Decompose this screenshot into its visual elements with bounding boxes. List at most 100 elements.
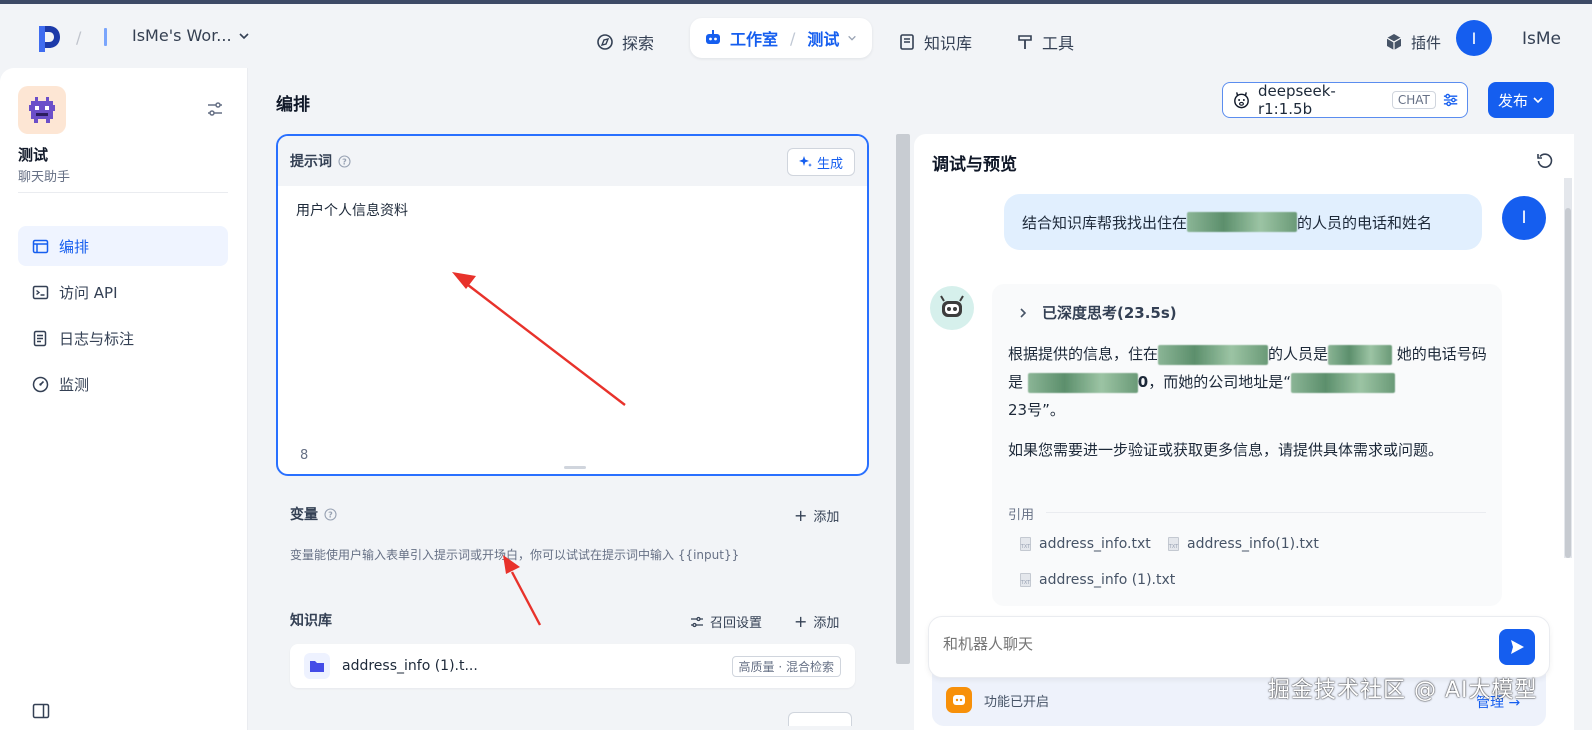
- feature-label: 功能已开启: [984, 694, 1050, 710]
- preview-title: 调试与预览: [932, 155, 1017, 175]
- nav-tools[interactable]: 工具: [1016, 22, 1074, 62]
- user-msg-suffix: 的人员的电话和姓名: [1297, 213, 1433, 232]
- svg-text:?: ?: [342, 157, 347, 166]
- bot-avatar: [930, 286, 974, 330]
- add-variable-button[interactable]: + 添加: [794, 506, 839, 525]
- nav-tools-label: 工具: [1042, 34, 1075, 53]
- variables-description: 变量能使用户输入表单引入提示词或开场白，你可以试试在提示词中输入 {{input…: [290, 548, 740, 562]
- citation-name: address_info(1).txt: [1187, 536, 1319, 552]
- user-name[interactable]: IsMe: [1522, 29, 1561, 49]
- chevron-down-icon: [238, 32, 249, 39]
- sidebar-item-label: 编排: [59, 237, 90, 256]
- breadcrumb-separator: /: [76, 28, 82, 47]
- sidebar-collapse-icon[interactable]: [32, 702, 50, 720]
- top-bar: / IsMe's Wor... 探索 工作室 / 测试 知识库 工具 插件 I …: [0, 4, 1592, 68]
- nav-plugins-label: 插件: [1411, 33, 1442, 52]
- redacted-block: [1291, 372, 1395, 393]
- model-mode-badge: CHAT: [1391, 91, 1436, 109]
- citation-item[interactable]: TXT address_info(1).txt: [1168, 536, 1319, 552]
- nav-knowledge[interactable]: 知识库: [898, 22, 972, 62]
- book-icon: [900, 34, 914, 50]
- prompt-header: 提示词 ? 生成: [278, 136, 867, 186]
- terminal-icon: [32, 285, 49, 299]
- redacted-block: [1328, 344, 1393, 365]
- app-type: 聊天助手: [18, 170, 71, 185]
- plus-icon: +: [794, 506, 808, 525]
- knowledge-item-name: address_info (1).t...: [342, 658, 478, 674]
- refresh-icon[interactable]: [1536, 152, 1554, 170]
- citation-item[interactable]: TXT address_info.txt: [1020, 536, 1151, 552]
- orchestrate-title: 编排: [276, 95, 310, 115]
- nav-studio[interactable]: 工作室 / 测试: [690, 18, 872, 58]
- generate-button[interactable]: 生成: [787, 148, 855, 176]
- bot-message: 已深度思考(23.5s) 根据提供的信息，住在 的人员是 她的电话号码是 0，而她…: [992, 284, 1502, 606]
- log-icon: [33, 330, 47, 346]
- sidebar-item-label: 监测: [59, 375, 90, 394]
- settings-sliders-icon: [691, 616, 703, 627]
- prompt-text[interactable]: 用户个人信息资料: [296, 200, 408, 220]
- generate-label: 生成: [816, 156, 843, 172]
- reply-paragraph: 如果您需要进一步验证或获取更多信息，请提供具体需求或问题。: [1008, 441, 1444, 459]
- bot-face-icon: [940, 295, 964, 317]
- chevron-down-icon: [1533, 97, 1543, 104]
- variables-title-row: 变量 ?: [290, 504, 337, 524]
- help-icon[interactable]: ?: [338, 154, 351, 168]
- nav-plugins[interactable]: 插件: [1385, 22, 1441, 62]
- layout-icon: [32, 239, 49, 253]
- citation-item[interactable]: TXT address_info (1).txt: [1020, 572, 1175, 588]
- app-settings-icon[interactable]: [206, 100, 224, 118]
- reply-paragraph: 根据提供的信息，住在 的人员是 她的电话号码是 0，而她的公司地址是“ 23号”。: [1008, 340, 1488, 424]
- add-label: 添加: [813, 510, 840, 525]
- editor-scrollbar[interactable]: [896, 134, 910, 664]
- thinking-toggle[interactable]: 已深度思考(23.5s): [1018, 302, 1177, 323]
- sidebar-item-orchestrate[interactable]: 编排: [18, 226, 228, 266]
- prompt-title: 提示词: [290, 154, 332, 170]
- dify-logo-icon[interactable]: [36, 24, 62, 52]
- model-selector[interactable]: deepseek-r1:1.5b CHAT: [1222, 82, 1468, 118]
- model-name: deepseek-r1:1.5b: [1257, 82, 1336, 118]
- watermark: 掘金技术社区 @ AI大模型: [1268, 678, 1538, 703]
- send-button[interactable]: [1499, 629, 1535, 665]
- sidebar-item-logs[interactable]: 日志与标注: [18, 318, 228, 358]
- reply-text: 23号”。: [1008, 401, 1065, 419]
- prompt-editor[interactable]: 提示词 ? 生成 用户个人信息资料 8: [276, 134, 869, 476]
- robot-monster-icon: [29, 97, 55, 123]
- retrieval-mode-tag: 高质量 · 混合检索: [731, 656, 841, 677]
- user-avatar[interactable]: I: [1456, 20, 1492, 56]
- app-icon: [18, 86, 66, 134]
- chat-scrollbar[interactable]: [1564, 178, 1572, 558]
- sidebar-item-label: 访问 API: [59, 283, 118, 302]
- workspace-selector[interactable]: IsMe's Wor...: [132, 26, 250, 45]
- thinking-label: 已深度思考(23.5s): [1042, 304, 1177, 322]
- nav-divider: /: [790, 28, 796, 48]
- plus-icon: +: [794, 612, 808, 631]
- sidebar-divider: [18, 192, 228, 193]
- txt-file-icon: TXT: [1020, 537, 1031, 551]
- sliders-icon[interactable]: [1442, 91, 1459, 109]
- sidebar-item-monitoring[interactable]: 监测: [18, 364, 228, 404]
- workspace-name: IsMe's Wor...: [132, 26, 232, 45]
- variables-title: 变量: [290, 507, 318, 523]
- recall-settings-button[interactable]: 召回设置: [690, 612, 762, 631]
- nav-app-label[interactable]: 测试: [807, 26, 839, 50]
- add-knowledge-button[interactable]: + 添加: [794, 612, 839, 631]
- chat-input[interactable]: [943, 635, 1463, 653]
- resize-handle[interactable]: [564, 466, 586, 469]
- sidebar-item-api[interactable]: 访问 API: [18, 272, 228, 312]
- reply-text: 0: [1137, 373, 1149, 391]
- nav-explore[interactable]: 探索: [596, 22, 654, 62]
- svg-text:?: ?: [328, 510, 333, 519]
- publish-button[interactable]: 发布: [1488, 82, 1554, 118]
- sidebar-item-label: 日志与标注: [59, 329, 135, 348]
- redacted-block: [1158, 344, 1269, 365]
- partial-button[interactable]: [788, 712, 852, 726]
- scroll-thumb[interactable]: [1565, 208, 1571, 558]
- knowledge-item[interactable]: address_info (1).t... 高质量 · 混合检索: [290, 644, 855, 688]
- publish-label: 发布: [1497, 91, 1528, 110]
- reply-text: 根据提供的信息，住在: [1008, 345, 1159, 363]
- llama-icon: [1234, 92, 1249, 109]
- sparkle-icon: [798, 156, 812, 167]
- help-icon[interactable]: ?: [324, 507, 337, 521]
- nav-studio-label: 工作室: [730, 30, 779, 49]
- user-msg-prefix: 结合知识库帮我找出住在: [1022, 213, 1188, 232]
